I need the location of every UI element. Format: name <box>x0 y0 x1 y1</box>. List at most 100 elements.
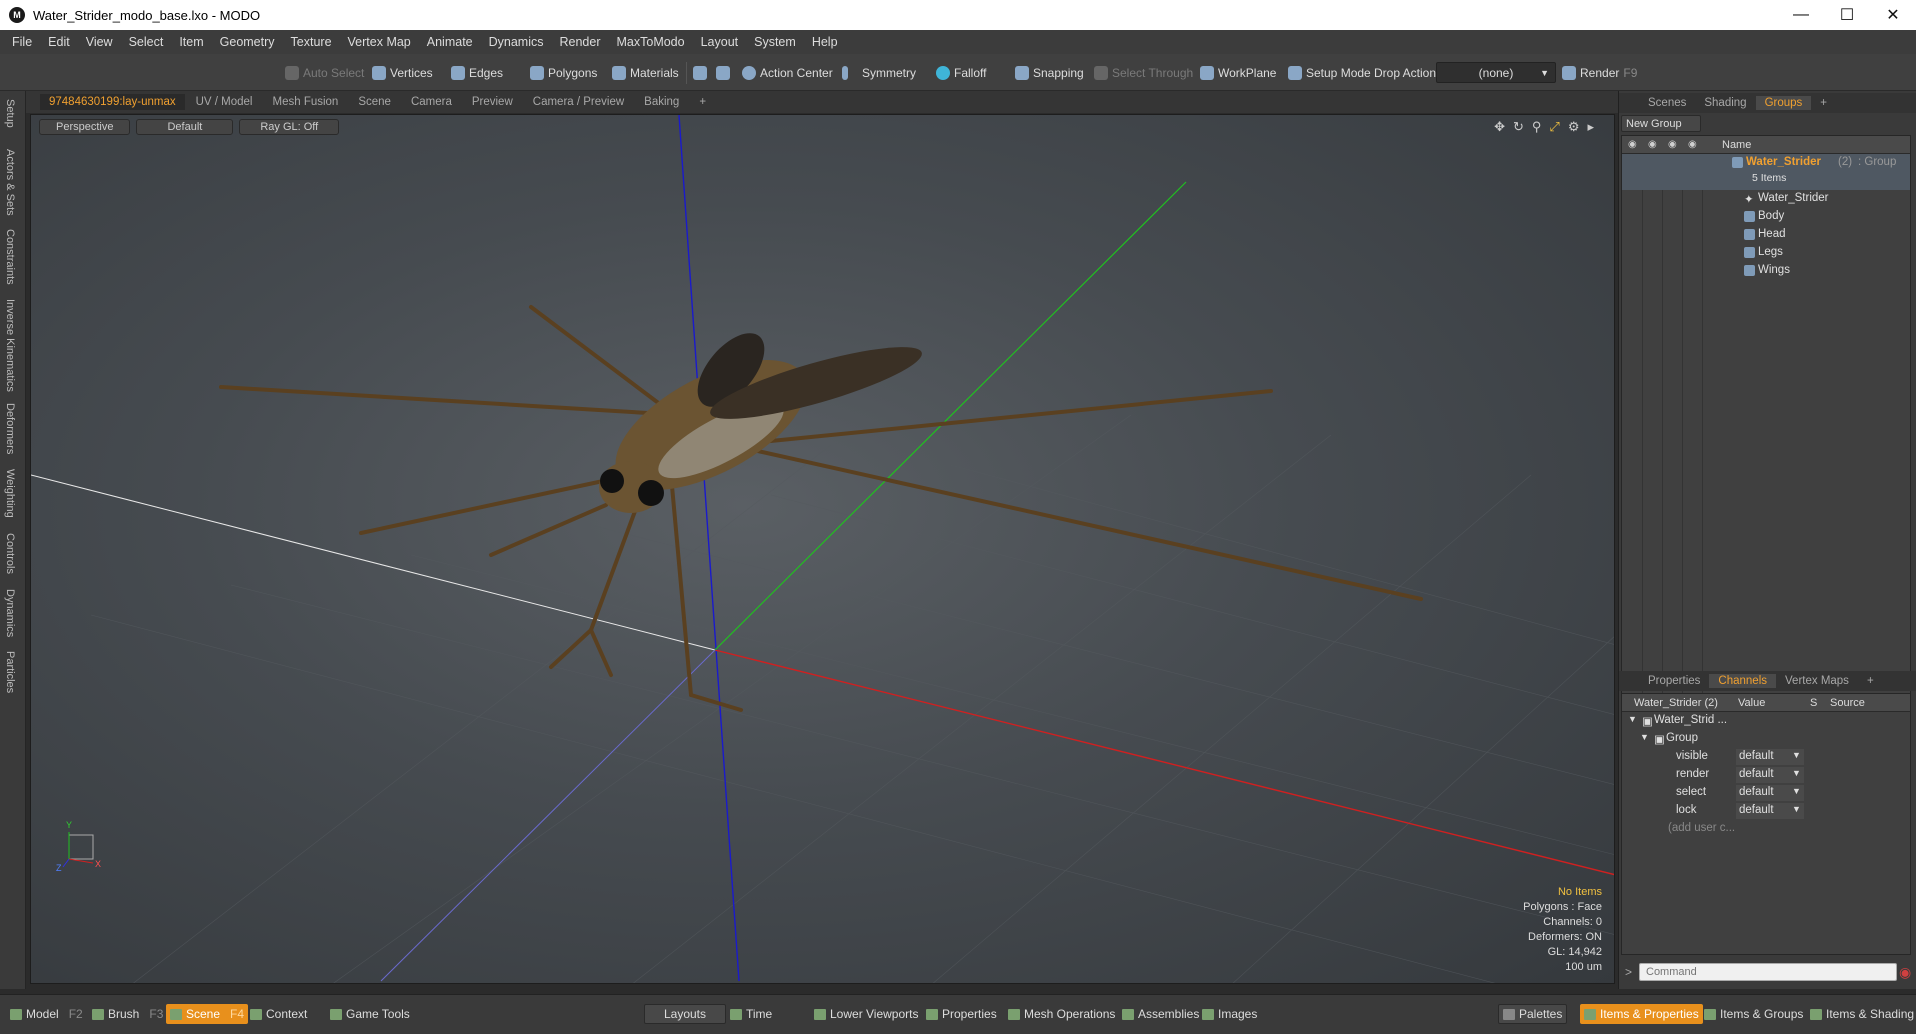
tab-lay-unmax[interactable]: 97484630199:lay-unmax <box>40 94 185 110</box>
select-through-button[interactable]: Select Through <box>1094 63 1193 83</box>
gear-icon[interactable]: ⚙ <box>1568 119 1580 135</box>
items-shading-tab[interactable]: Items & Shading <box>1806 1004 1916 1024</box>
vertices-button[interactable]: Vertices <box>372 63 433 83</box>
images-tab[interactable]: Images <box>1198 1004 1261 1024</box>
tab-preview[interactable]: Preview <box>463 94 522 110</box>
tab-inverse-kinematics[interactable]: Inverse Kinematics <box>4 299 16 392</box>
list-item[interactable]: Legs <box>1622 244 1910 262</box>
channel-root-row[interactable]: ▼ ▣ Water_Strid ... <box>1622 712 1910 730</box>
tab-camera-preview[interactable]: Camera / Preview <box>524 94 633 110</box>
lock-icon[interactable]: ◉ <box>1668 139 1677 150</box>
tab-constraints[interactable]: Constraints <box>4 229 16 285</box>
menu-select[interactable]: Select <box>121 35 172 49</box>
menu-layout[interactable]: Layout <box>693 35 747 49</box>
menu-geometry[interactable]: Geometry <box>212 35 283 49</box>
close-button[interactable]: ✕ <box>1870 0 1916 30</box>
tab-scenes[interactable]: Scenes <box>1639 96 1695 110</box>
channel-row[interactable]: lock default ▼ <box>1622 802 1910 820</box>
eye-icon[interactable]: ◉ <box>1628 139 1637 150</box>
assemblies-tab[interactable]: Assemblies <box>1118 1004 1203 1024</box>
menu-animate[interactable]: Animate <box>419 35 481 49</box>
tab-groups[interactable]: Groups <box>1755 96 1812 110</box>
zoom-icon[interactable]: ⚲ <box>1532 119 1542 135</box>
model-tab[interactable]: Model F2 <box>6 1004 87 1024</box>
new-group-button[interactable]: New Group <box>1621 115 1701 132</box>
tab-actors-sets[interactable]: Actors & Sets <box>4 149 16 216</box>
raygl-toggle[interactable]: Ray GL: Off <box>239 119 340 135</box>
setup-mode-button[interactable]: Setup Mode <box>1288 63 1371 83</box>
record-icon[interactable]: ◉ <box>1899 964 1911 981</box>
add-panel-tab-button[interactable]: + <box>1858 674 1883 688</box>
menu-help[interactable]: Help <box>804 35 846 49</box>
tab-channels[interactable]: Channels <box>1709 674 1777 688</box>
tab-scene[interactable]: Scene <box>349 94 400 110</box>
menu-dynamics[interactable]: Dynamics <box>481 35 552 49</box>
layouts-button[interactable]: Layouts <box>644 1004 726 1024</box>
minimize-button[interactable]: — <box>1778 0 1824 30</box>
tab-shading[interactable]: Shading <box>1695 96 1755 110</box>
tab-setup[interactable]: Setup <box>4 99 16 128</box>
menu-vertex-map[interactable]: Vertex Map <box>340 35 419 49</box>
channel-row[interactable]: select default ▼ <box>1622 784 1910 802</box>
polygons-button[interactable]: Polygons <box>530 63 597 83</box>
tab-properties[interactable]: Properties <box>1639 674 1709 688</box>
tab-dynamics[interactable]: Dynamics <box>4 589 16 637</box>
menu-texture[interactable]: Texture <box>283 35 340 49</box>
tab-vertex-maps[interactable]: Vertex Maps <box>1776 674 1858 688</box>
select-mode-icon-button-2[interactable] <box>716 63 730 83</box>
properties-tab[interactable]: Properties <box>922 1004 1001 1024</box>
group-row-water-strider[interactable]: Water_Strider (2) : Group 5 Items <box>1622 154 1910 190</box>
action-center-button[interactable]: Action Center <box>742 63 833 83</box>
scene-tab[interactable]: Scene F4 <box>166 1004 249 1024</box>
menu-file[interactable]: File <box>4 35 40 49</box>
materials-button[interactable]: Materials <box>612 63 679 83</box>
tab-camera[interactable]: Camera <box>402 94 461 110</box>
menu-item[interactable]: Item <box>171 35 211 49</box>
workplane-button[interactable]: WorkPlane <box>1200 63 1276 83</box>
shading-dropdown[interactable]: Default <box>136 119 234 135</box>
menu-view[interactable]: View <box>78 35 121 49</box>
falloff-button[interactable]: Falloff <box>936 63 986 83</box>
select-mode-icon-button[interactable] <box>693 63 707 83</box>
tab-particles[interactable]: Particles <box>4 651 16 693</box>
tab-deformers[interactable]: Deformers <box>4 403 16 454</box>
rotate-icon[interactable]: ↻ <box>1513 119 1524 135</box>
palettes-button[interactable]: Palettes <box>1498 1004 1568 1024</box>
list-item[interactable]: Wings <box>1622 262 1910 280</box>
list-item[interactable]: ✦ Water_Strider <box>1622 190 1910 208</box>
channel-row[interactable]: visible default ▼ <box>1622 748 1910 766</box>
render-button[interactable]: Render F9 <box>1562 63 1637 83</box>
menu-render[interactable]: Render <box>552 35 609 49</box>
pan-icon[interactable]: ✥ <box>1494 119 1505 135</box>
tab-weighting[interactable]: Weighting <box>4 469 16 518</box>
time-tab[interactable]: Time <box>726 1004 776 1024</box>
symmetry-button[interactable]: Symmetry <box>842 63 916 83</box>
menu-maxtomodo[interactable]: MaxToModo <box>609 35 693 49</box>
drop-action-select[interactable]: (none) ▼ <box>1436 62 1556 83</box>
tab-controls[interactable]: Controls <box>4 533 16 574</box>
view-type-dropdown[interactable]: Perspective <box>39 119 131 135</box>
list-item[interactable]: Body <box>1622 208 1910 226</box>
tab-mesh-fusion[interactable]: Mesh Fusion <box>264 94 348 110</box>
snapping-button[interactable]: Snapping <box>1015 63 1084 83</box>
items-properties-tab[interactable]: Items & Properties <box>1580 1004 1703 1024</box>
arrow-right-icon[interactable]: ▸ <box>1587 119 1594 135</box>
3d-viewport[interactable]: Y Z X Perspective Default Ray GL: Off ✥ … <box>30 114 1615 984</box>
menu-system[interactable]: System <box>746 35 804 49</box>
game-tools-tab[interactable]: Game Tools <box>326 1004 414 1024</box>
channel-group-row[interactable]: ▼ ▣ Group <box>1622 730 1910 748</box>
tab-uv-model[interactable]: UV / Model <box>187 94 262 110</box>
add-user-channel-row[interactable]: (add user c... <box>1622 820 1910 838</box>
context-tab[interactable]: Context <box>246 1004 311 1024</box>
maximize-viewport-icon[interactable]: ⤢ <box>1549 119 1559 135</box>
add-tab-button[interactable]: + <box>690 94 715 110</box>
add-panel-tab-button[interactable]: + <box>1811 96 1836 110</box>
auto-select-button[interactable]: Auto Select <box>285 63 364 83</box>
render-toggle-icon[interactable]: ◉ <box>1648 139 1657 150</box>
lower-viewports-tab[interactable]: Lower Viewports <box>810 1004 923 1024</box>
command-input[interactable] <box>1639 963 1897 981</box>
brush-tab[interactable]: Brush F3 <box>88 1004 167 1024</box>
items-groups-tab[interactable]: Items & Groups <box>1700 1004 1807 1024</box>
tab-baking[interactable]: Baking <box>635 94 688 110</box>
select-toggle-icon[interactable]: ◉ <box>1688 139 1697 150</box>
